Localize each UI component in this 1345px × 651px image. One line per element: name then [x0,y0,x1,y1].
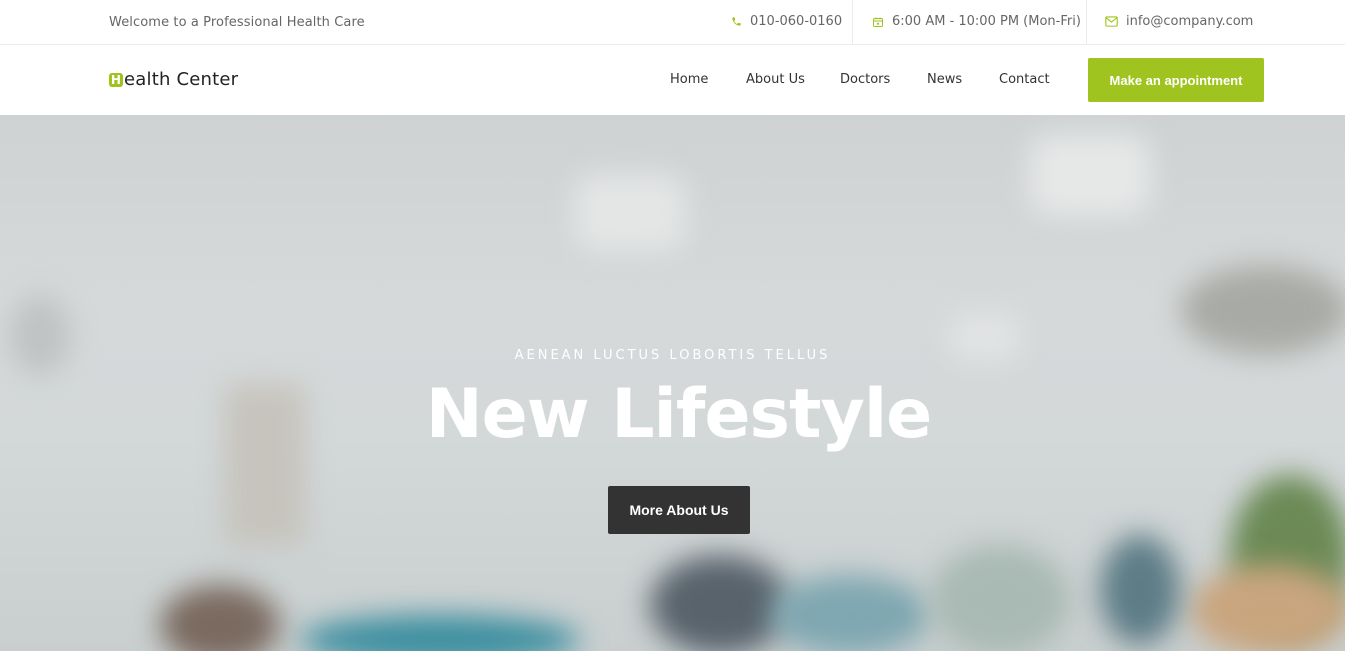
hero-banner: AENEAN LUCTUS LOBORTIS TELLUS New Lifest… [0,115,1345,651]
more-about-us-button[interactable]: More About Us [608,486,750,534]
email-contact[interactable]: info@company.com [1105,14,1253,29]
logo-initial: H [109,72,123,87]
logo-text: ealth Center [124,69,239,90]
nav-news[interactable]: News [927,72,962,87]
site-logo[interactable]: H ealth Center [109,69,238,90]
phone-number: 010-060-0160 [750,14,843,29]
email-address: info@company.com [1126,14,1254,29]
hours-info: 6:00 AM - 10:00 PM (Mon-Fri) [872,14,1081,29]
top-bar: Welcome to a Professional Health Care 01… [0,0,1345,45]
divider [1086,0,1087,44]
calendar-icon [872,16,884,28]
phone-contact[interactable]: 010-060-0160 [731,14,842,29]
hero-kicker: AENEAN LUCTUS LOBORTIS TELLUS [514,348,831,363]
envelope-icon [1105,16,1118,27]
hero-headline: New Lifestyle [425,375,933,454]
welcome-text: Welcome to a Professional Health Care [109,15,365,30]
nav-home[interactable]: Home [670,72,708,87]
make-appointment-button[interactable]: Make an appointment [1088,58,1264,102]
divider [852,0,853,44]
opening-hours: 6:00 AM - 10:00 PM (Mon-Fri) [892,14,1081,29]
phone-icon [731,16,742,27]
main-navbar: H ealth Center Home About Us Doctors New… [0,45,1345,115]
nav-about-us[interactable]: About Us [746,72,805,87]
nav-doctors[interactable]: Doctors [840,72,890,87]
nav-contact[interactable]: Contact [999,72,1050,87]
